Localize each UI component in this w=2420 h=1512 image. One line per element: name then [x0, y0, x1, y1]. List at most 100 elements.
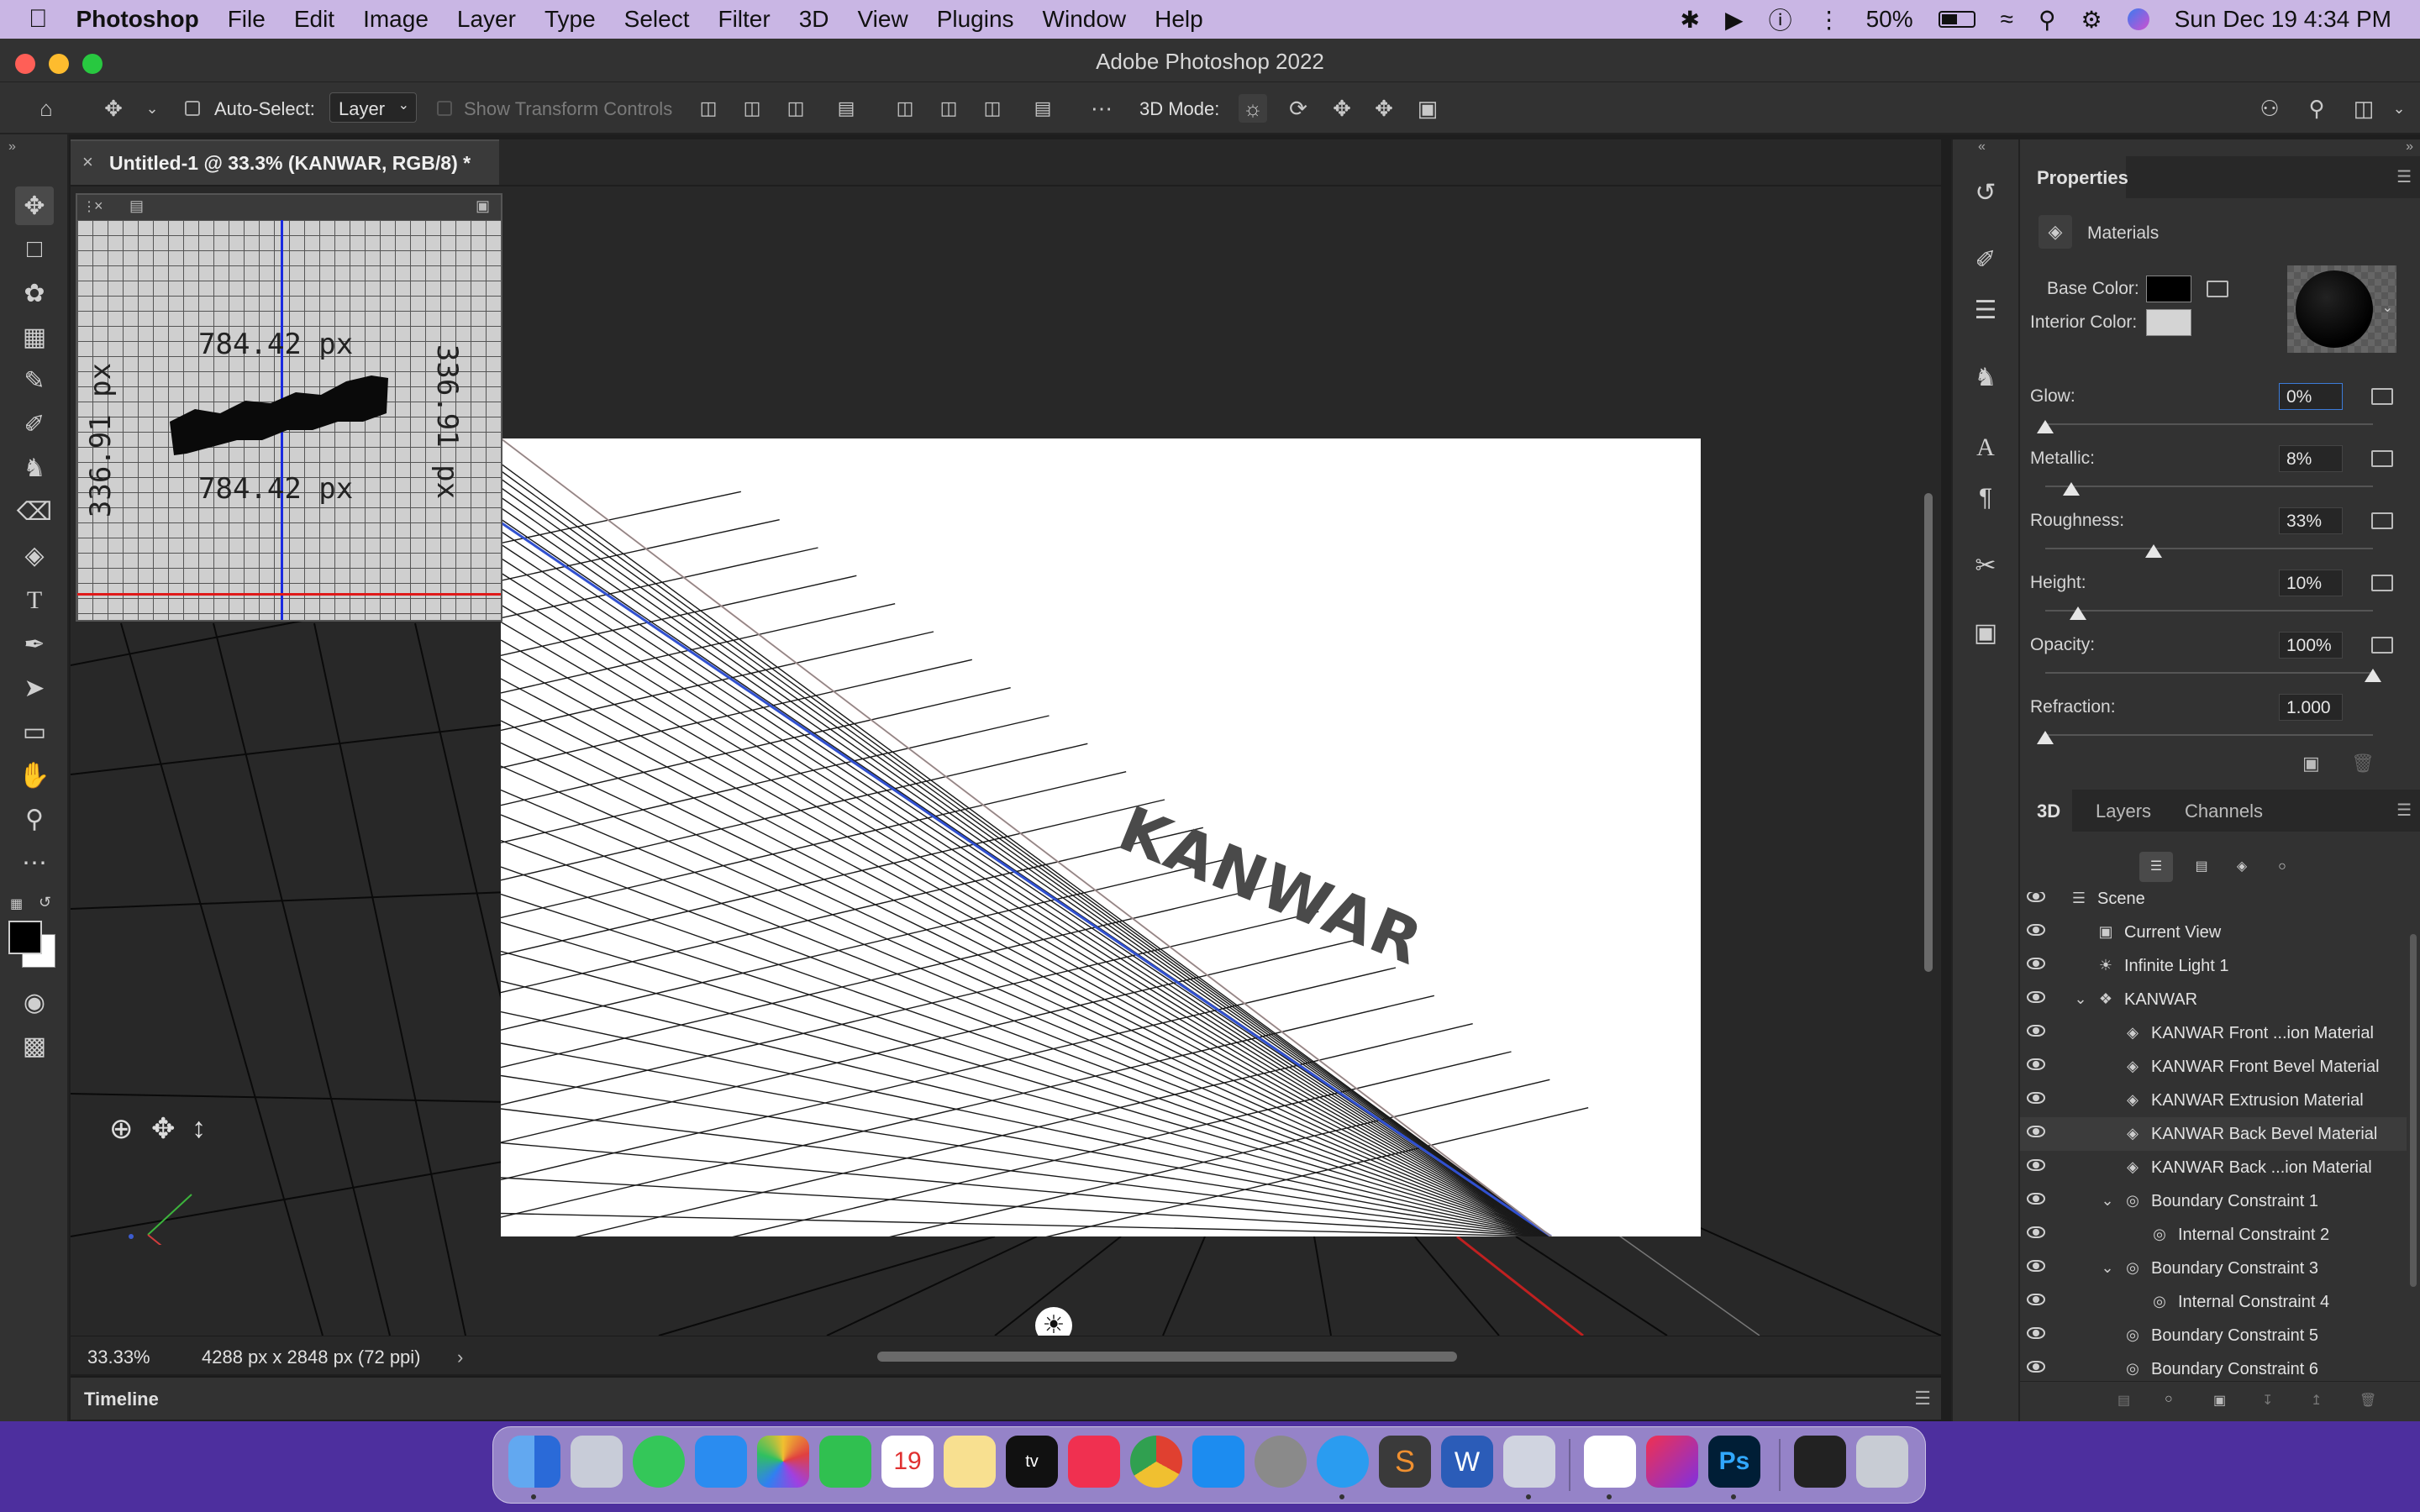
floating-preview-panel[interactable]: ⋮ × ▤ ▣ 784.42 px 784.42 px 336.91 px 33…	[76, 193, 502, 622]
opacity-slider-thumb[interactable]	[2365, 669, 2381, 682]
menu-file[interactable]: File	[228, 6, 266, 33]
workspace-icon[interactable]: ◫	[2349, 94, 2378, 123]
scene-tree-row[interactable]: ⌄ ❖ KANWAR	[2020, 983, 2407, 1016]
move-up-icon[interactable]: ↥	[2311, 1392, 2322, 1409]
close-tab-icon[interactable]: ×	[82, 151, 93, 173]
visibility-eye-icon[interactable]	[2027, 958, 2045, 969]
stamp-tool-icon[interactable]: ♞	[15, 449, 54, 487]
preview-icon[interactable]	[1503, 1436, 1555, 1488]
calendar-icon[interactable]: 19	[881, 1436, 934, 1488]
chevron-down-icon[interactable]: ⌄	[2099, 1192, 2116, 1209]
align-center-icon[interactable]: ◫	[738, 94, 766, 123]
menu-image[interactable]: Image	[363, 6, 429, 33]
scene-tree-row[interactable]: ◈ KANWAR Back ...ion Material	[2020, 1151, 2407, 1184]
pan-widget-icon[interactable]: ✥	[151, 1112, 176, 1146]
siri-icon[interactable]	[2127, 8, 2149, 30]
eyedropper-tool-icon[interactable]: ✎	[15, 361, 54, 400]
move-tool-icon[interactable]: ✥	[15, 186, 54, 225]
delete-icon[interactable]: 🗑	[2360, 1392, 2376, 1409]
meshes-filter-icon[interactable]: ▤	[2185, 852, 2218, 882]
eraser-tool-icon[interactable]: ⌫	[15, 492, 54, 531]
scene-tree-row[interactable]: ◈ KANWAR Front ...ion Material	[2020, 1016, 2407, 1050]
glow-slider-thumb[interactable]	[2037, 420, 2054, 433]
app-menu[interactable]: Photoshop	[76, 6, 199, 33]
menu-filter[interactable]: Filter	[718, 6, 770, 33]
swap-colors-icon[interactable]: ↺	[39, 894, 51, 911]
panel-menu-icon[interactable]: ☰	[1914, 1388, 1931, 1410]
timeline-label[interactable]: Timeline	[84, 1389, 159, 1410]
distribute-vertical-icon[interactable]: ▤	[1028, 94, 1057, 123]
battery-icon[interactable]	[1938, 11, 1975, 28]
document-stack-icon[interactable]	[1794, 1436, 1846, 1488]
marquee-tool-icon[interactable]: □	[15, 230, 54, 269]
orbit-widget-icon[interactable]: ⊕	[109, 1112, 134, 1146]
roughness-input[interactable]: 33%	[2279, 507, 2343, 534]
menu-window[interactable]: Window	[1043, 6, 1127, 33]
lasso-tool-icon[interactable]: ✿	[15, 274, 54, 312]
adjustments-icon[interactable]: ☰	[1966, 291, 2005, 329]
search-icon[interactable]: ⚲	[2302, 94, 2331, 123]
visibility-eye-icon[interactable]	[2027, 1193, 2045, 1205]
roughness-slider-track[interactable]	[2045, 548, 2373, 549]
type-tool-icon[interactable]: T	[15, 581, 54, 620]
tool-presets-icon[interactable]: ✂	[1966, 546, 2005, 585]
scene-tree-row[interactable]: ☀ Infinite Light 1	[2020, 949, 2407, 983]
base-color-swatch[interactable]	[2146, 276, 2191, 302]
menu-view[interactable]: View	[858, 6, 908, 33]
control-center-icon[interactable]: ⚙	[2081, 6, 2102, 34]
lights-filter-icon[interactable]: ○	[2265, 852, 2299, 882]
visibility-eye-icon[interactable]	[2027, 1361, 2045, 1373]
glow-texture-icon[interactable]	[2371, 388, 2393, 405]
visibility-eye-icon[interactable]	[2027, 1294, 2045, 1305]
slide-3d-icon[interactable]: ✥	[1370, 94, 1398, 123]
refraction-slider-track[interactable]	[2045, 734, 2373, 736]
libraries-icon[interactable]: ▣	[1966, 613, 2005, 652]
quick-mask-icon[interactable]: ◉	[15, 983, 54, 1021]
panel-menu-icon[interactable]: ☰	[2396, 800, 2412, 821]
slack-icon[interactable]	[1584, 1436, 1636, 1488]
chevron-down-icon[interactable]: ⌄	[2072, 990, 2089, 1007]
visibility-eye-icon[interactable]	[2027, 1327, 2045, 1339]
chevron-down-icon[interactable]: ⌄	[2099, 1259, 2116, 1276]
roughness-slider-thumb[interactable]	[2144, 544, 2162, 558]
move-tool-preset-icon[interactable]: ✥	[99, 94, 128, 123]
menu-select[interactable]: Select	[624, 6, 690, 33]
dolly-widget-icon[interactable]: ↕	[192, 1112, 206, 1145]
character-panel-icon[interactable]: A	[1966, 428, 2005, 467]
orbit-3d-icon[interactable]: ☼	[1239, 94, 1267, 123]
default-colors-icon[interactable]: ▦	[10, 895, 23, 912]
menu-3d[interactable]: 3D	[799, 6, 829, 33]
messages-icon[interactable]	[633, 1436, 685, 1488]
collapse-dock-icon[interactable]: »	[2406, 139, 2413, 155]
facetime-icon[interactable]	[819, 1436, 871, 1488]
add-light-icon[interactable]: ○	[2165, 1392, 2173, 1407]
document-canvas[interactable]: KANWAR	[501, 438, 1701, 1236]
base-color-folder-icon[interactable]	[2207, 281, 2228, 297]
visibility-eye-icon[interactable]	[2027, 1025, 2045, 1037]
system-preferences-icon[interactable]	[1255, 1436, 1307, 1488]
scene-tree-row[interactable]: ▣ Current View	[2020, 916, 2407, 949]
brush-tool-icon[interactable]: ✐	[15, 405, 54, 444]
zoom-tool-icon[interactable]: ⚲	[15, 800, 54, 838]
paint-bucket-tool-icon[interactable]: ◈	[15, 536, 54, 575]
scale-3d-icon[interactable]: ▣	[1413, 94, 1442, 123]
apple-tv-icon[interactable]: tv	[1006, 1436, 1058, 1488]
home-icon[interactable]: ⌂	[32, 94, 60, 123]
spotlight-search-icon[interactable]: ⚲	[2039, 6, 2056, 34]
horizontal-scrollbar[interactable]	[877, 1352, 1457, 1362]
material-preview[interactable]: ⌄	[2287, 265, 2396, 353]
clock[interactable]: Sun Dec 19 4:34 PM	[2175, 6, 2391, 33]
path-select-tool-icon[interactable]: ➤	[15, 669, 54, 707]
height-input[interactable]: 10%	[2279, 570, 2343, 596]
trash-icon[interactable]: 🗑	[2351, 753, 2375, 774]
whole-scene-filter-icon[interactable]: ☰	[2139, 852, 2173, 882]
menu-type[interactable]: Type	[544, 6, 596, 33]
refraction-input[interactable]: 1.000	[2279, 694, 2343, 721]
scene-tree-row[interactable]: ⌄ ◎ Boundary Constraint 1	[2020, 1184, 2407, 1218]
move-down-icon[interactable]: ↧	[2262, 1392, 2273, 1409]
play-icon[interactable]: ▶	[1725, 6, 1744, 34]
trash-icon[interactable]	[1856, 1436, 1908, 1488]
tab-layers[interactable]: Layers	[2096, 801, 2151, 822]
creative-cloud-icon[interactable]	[1646, 1436, 1698, 1488]
pen-tool-icon[interactable]: ✒	[15, 625, 54, 664]
